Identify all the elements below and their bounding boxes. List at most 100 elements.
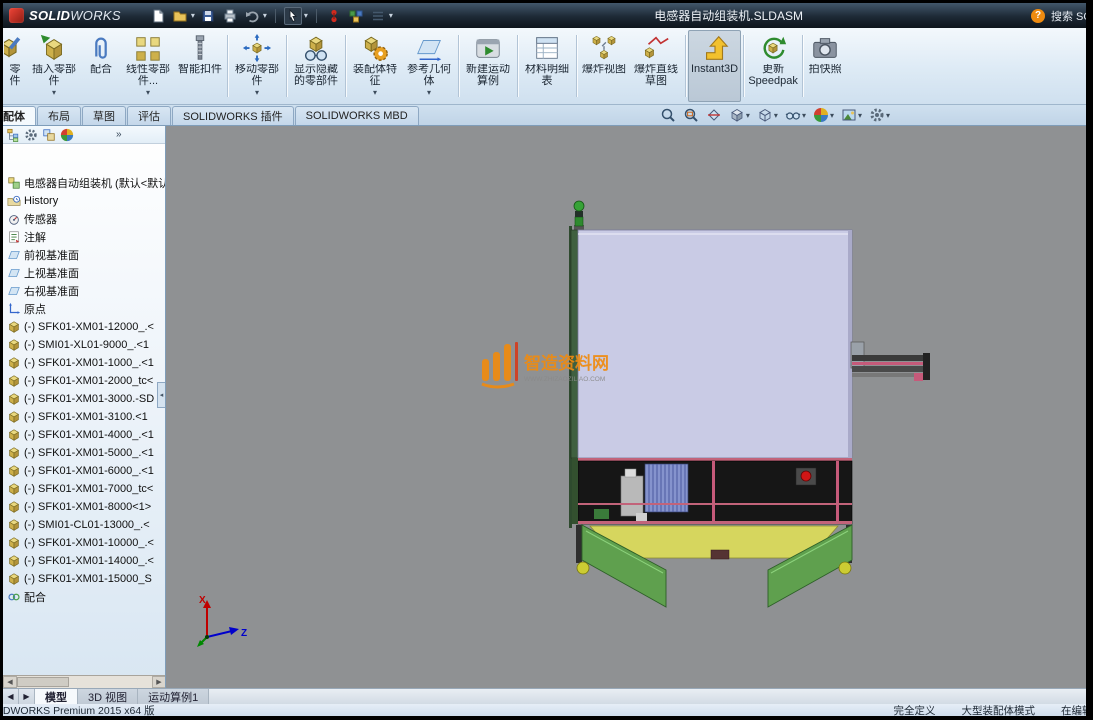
- tree-item-mates[interactable]: 配合: [3, 588, 165, 606]
- tree-item-component[interactable]: (-) SFK01-XM01-7000_tc<: [3, 480, 165, 498]
- edit-component-button-partial[interactable]: 零件: [3, 30, 27, 102]
- dropdown-arrow-icon[interactable]: ▾: [146, 87, 150, 99]
- undo-dropdown-icon[interactable]: ▾: [263, 11, 267, 20]
- tree-item-component[interactable]: (-) SFK01-XM01-5000_.<1: [3, 444, 165, 462]
- update-speedpak-button[interactable]: 更新Speedpak: [746, 30, 800, 102]
- tree-item-component[interactable]: (-) SFK01-XM01-6000_.<1: [3, 462, 165, 480]
- new-document-icon[interactable]: [149, 7, 167, 25]
- save-icon[interactable]: [199, 7, 217, 25]
- tree-item-component[interactable]: (-) SFK01-XM01-8000<1>: [3, 498, 165, 516]
- tree-item-component[interactable]: (-) SFK01-XM01-3000.-SD: [3, 390, 165, 408]
- appearance-palette-icon[interactable]: [347, 7, 365, 25]
- tree-item-origin[interactable]: 原点: [3, 300, 165, 318]
- list-dropdown-icon[interactable]: ▾: [389, 11, 393, 20]
- search-input[interactable]: 搜索 SOLIDWORKS 帮助: [1051, 8, 1086, 24]
- configuration-manager-icon[interactable]: [42, 128, 56, 142]
- smart-fasteners-icon: [185, 33, 215, 63]
- tab-3d-views[interactable]: 3D 视图: [78, 689, 138, 704]
- insert-components-button[interactable]: 插入零部件 ▾: [27, 30, 81, 102]
- tree-item-component[interactable]: (-) SMI01-XL01-9000_.<1: [3, 336, 165, 354]
- instant3d-button[interactable]: Instant3D: [688, 30, 741, 102]
- bill-of-materials-button[interactable]: 材料明细表: [520, 30, 574, 102]
- linear-component-pattern-button[interactable]: 线性零部件... ▾: [121, 30, 175, 102]
- tree-item-top-plane[interactable]: 上视基准面: [3, 264, 165, 282]
- explode-line-sketch-button[interactable]: 爆炸直线草图: [629, 30, 683, 102]
- tab-assembly[interactable]: 装配体: [3, 106, 36, 125]
- zoom-area-icon[interactable]: [683, 107, 699, 123]
- tree-item-component[interactable]: (-) SFK01-XM01-1000_.<1: [3, 354, 165, 372]
- tree-root-assembly[interactable]: 电感器自动组装机 (默认<默认_: [3, 174, 165, 192]
- tab-solidworks-addins[interactable]: SOLIDWORKS 插件: [172, 106, 294, 125]
- take-snapshot-button[interactable]: 拍快照: [805, 30, 845, 102]
- tree-item-front-plane[interactable]: 前视基准面: [3, 246, 165, 264]
- print-icon[interactable]: [221, 7, 239, 25]
- hide-show-items-icon[interactable]: ▾: [785, 107, 806, 123]
- tree-item-component[interactable]: (-) SFK01-XM01-3100.<1: [3, 408, 165, 426]
- component-icon: [7, 356, 21, 370]
- scrollbar-thumb[interactable]: [17, 677, 69, 687]
- panel-flyout-collapse[interactable]: ◂: [157, 382, 165, 408]
- tree-item-annotations[interactable]: 注解: [3, 228, 165, 246]
- move-component-button[interactable]: 移动零部件 ▾: [230, 30, 284, 102]
- graphics-viewport[interactable]: 智造资料网 WWW.ZHIZAOZILIAO.COM X Z: [166, 126, 1086, 688]
- tab-evaluate[interactable]: 评估: [127, 106, 171, 125]
- select-arrow-icon[interactable]: [284, 7, 302, 25]
- dropdown-arrow-icon[interactable]: ▾: [427, 87, 431, 99]
- search-box[interactable]: ? 搜索 SOLIDWORKS 帮助: [1031, 3, 1086, 28]
- assembly-features-button[interactable]: 装配体特征 ▾: [348, 30, 402, 102]
- scrollbar-track[interactable]: [69, 676, 152, 688]
- undo-icon[interactable]: [243, 7, 261, 25]
- tree-item-component[interactable]: (-) SFK01-XM01-15000_S: [3, 570, 165, 588]
- command-manager-ribbon: 零件 插入零部件 ▾ 配合 线性零部件... ▾ 智能扣件 移动零部件 ▾ 显示…: [3, 28, 1086, 105]
- tree-item-component[interactable]: (-) SFK01-XM01-14000_.<: [3, 552, 165, 570]
- tree-item-component[interactable]: (-) SFK01-XM01-12000_.<: [3, 318, 165, 336]
- show-hidden-components-button[interactable]: 显示隐藏的零部件: [289, 30, 343, 102]
- tab-nav-next-icon[interactable]: ▶: [19, 689, 35, 704]
- panel-horizontal-scrollbar[interactable]: ◀ ▶: [3, 675, 166, 688]
- tab-sketch[interactable]: 草图: [82, 106, 126, 125]
- tab-motion-study-1[interactable]: 运动算例1: [138, 689, 209, 704]
- apply-scene-icon[interactable]: ▾: [841, 107, 862, 123]
- section-view-icon[interactable]: [706, 107, 722, 123]
- tree-item-component[interactable]: (-) SFK01-XM01-4000_.<1: [3, 426, 165, 444]
- mate-button[interactable]: 配合: [81, 30, 121, 102]
- view-orientation-icon[interactable]: ▾: [729, 107, 750, 123]
- dropdown-arrow-icon[interactable]: ▾: [255, 87, 259, 99]
- app-logo: SOLIDWORKS: [3, 8, 127, 23]
- open-dropdown-icon[interactable]: ▾: [191, 11, 195, 20]
- tree-item-sensors[interactable]: 传感器: [3, 210, 165, 228]
- origin-icon: [7, 302, 21, 316]
- open-icon[interactable]: [171, 7, 189, 25]
- new-motion-study-button[interactable]: 新建运动算例: [461, 30, 515, 102]
- tree-item-component[interactable]: (-) SFK01-XM01-2000_tc<: [3, 372, 165, 390]
- exploded-view-button[interactable]: 爆炸视图: [579, 30, 629, 102]
- tab-nav-prev-icon[interactable]: ◀: [3, 689, 19, 704]
- attachments-icon[interactable]: [325, 7, 343, 25]
- machine-enclosure: [571, 230, 852, 458]
- display-manager-icon[interactable]: [60, 128, 74, 142]
- select-dropdown-icon[interactable]: ▾: [304, 11, 308, 20]
- tab-model[interactable]: 模型: [35, 689, 78, 704]
- reference-geometry-button[interactable]: 参考几何体 ▾: [402, 30, 456, 102]
- tab-layout[interactable]: 布局: [37, 106, 81, 125]
- tree-item-component[interactable]: (-) SMI01-CL01-13000_.<: [3, 516, 165, 534]
- zoom-fit-icon[interactable]: [660, 107, 676, 123]
- scroll-left-icon[interactable]: ◀: [3, 676, 17, 688]
- panel-expand-icon[interactable]: »: [116, 129, 122, 140]
- smart-fasteners-button[interactable]: 智能扣件: [175, 30, 225, 102]
- tab-solidworks-mbd[interactable]: SOLIDWORKS MBD: [295, 106, 419, 125]
- scroll-right-icon[interactable]: ▶: [152, 676, 166, 688]
- toolbar-separator: [316, 9, 317, 23]
- edit-appearance-icon[interactable]: ▾: [813, 107, 834, 123]
- feature-manager-tree-icon[interactable]: [6, 128, 20, 142]
- display-style-icon[interactable]: ▾: [757, 107, 778, 123]
- tree-item-component[interactable]: (-) SFK01-XM01-10000_.<: [3, 534, 165, 552]
- help-icon[interactable]: ?: [1031, 9, 1045, 23]
- dropdown-arrow-icon[interactable]: ▾: [52, 87, 56, 99]
- view-settings-icon[interactable]: ▾: [869, 107, 890, 123]
- property-manager-icon[interactable]: [24, 128, 38, 142]
- dropdown-arrow-icon[interactable]: ▾: [373, 87, 377, 99]
- tree-item-right-plane[interactable]: 右视基准面: [3, 282, 165, 300]
- tree-item-history[interactable]: History: [3, 192, 165, 210]
- command-list-icon[interactable]: [369, 7, 387, 25]
